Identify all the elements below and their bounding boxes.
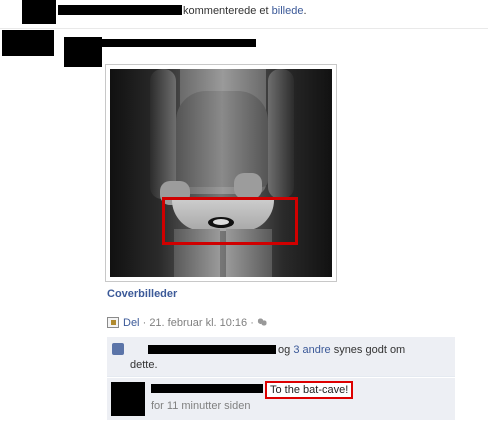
story-action: kommenterede et xyxy=(183,5,269,17)
story-text: kommenterede et billede. xyxy=(183,5,307,17)
redacted-liker-name[interactable] xyxy=(148,345,276,354)
likes-connector: og xyxy=(278,344,291,356)
redacted-author-avatar[interactable] xyxy=(64,37,102,67)
likes-box: og 3 andre synes godt om dette. xyxy=(107,337,455,377)
photo-image[interactable] xyxy=(110,69,332,277)
photo-link[interactable]: billede xyxy=(272,5,304,17)
meta-separator: · xyxy=(142,317,147,329)
likes-suffix: synes godt om xyxy=(333,344,406,356)
comment: To the bat-cave! for 11 minutter siden xyxy=(107,378,455,420)
like-thumb-icon xyxy=(112,343,124,355)
redacted-author-name[interactable] xyxy=(100,39,256,47)
redacted-user-name xyxy=(58,5,182,15)
likes-text: og 3 andre synes godt om xyxy=(278,344,405,356)
share-link[interactable]: Del xyxy=(123,317,140,329)
meta-row: Del · 21. februar kl. 10:16 · xyxy=(107,317,267,331)
right-arm-shape xyxy=(268,69,294,199)
left-arm-shape xyxy=(150,69,176,199)
timestamp[interactable]: 21. februar kl. 10:16 xyxy=(149,317,247,329)
photo-frame[interactable] xyxy=(105,64,337,282)
highlight-rectangle xyxy=(162,197,298,245)
redacted-avatar xyxy=(2,30,54,56)
right-hand-shape xyxy=(234,173,262,199)
audience-icon[interactable] xyxy=(256,318,267,327)
redacted-commenter-avatar[interactable] xyxy=(111,382,145,416)
comment-time[interactable]: for 11 minutter siden xyxy=(151,400,250,412)
redacted-avatar-top xyxy=(22,0,56,24)
audience-separator: · xyxy=(250,317,254,329)
others-link[interactable]: 3 andre xyxy=(293,344,330,356)
story-period: . xyxy=(303,5,307,17)
redacted-commenter-name[interactable] xyxy=(151,384,263,393)
comment-text: To the bat-cave! xyxy=(265,381,354,399)
album-link[interactable]: Coverbilleder xyxy=(107,288,177,300)
share-icon[interactable] xyxy=(107,317,119,328)
likes-text-line2: dette. xyxy=(130,359,158,371)
